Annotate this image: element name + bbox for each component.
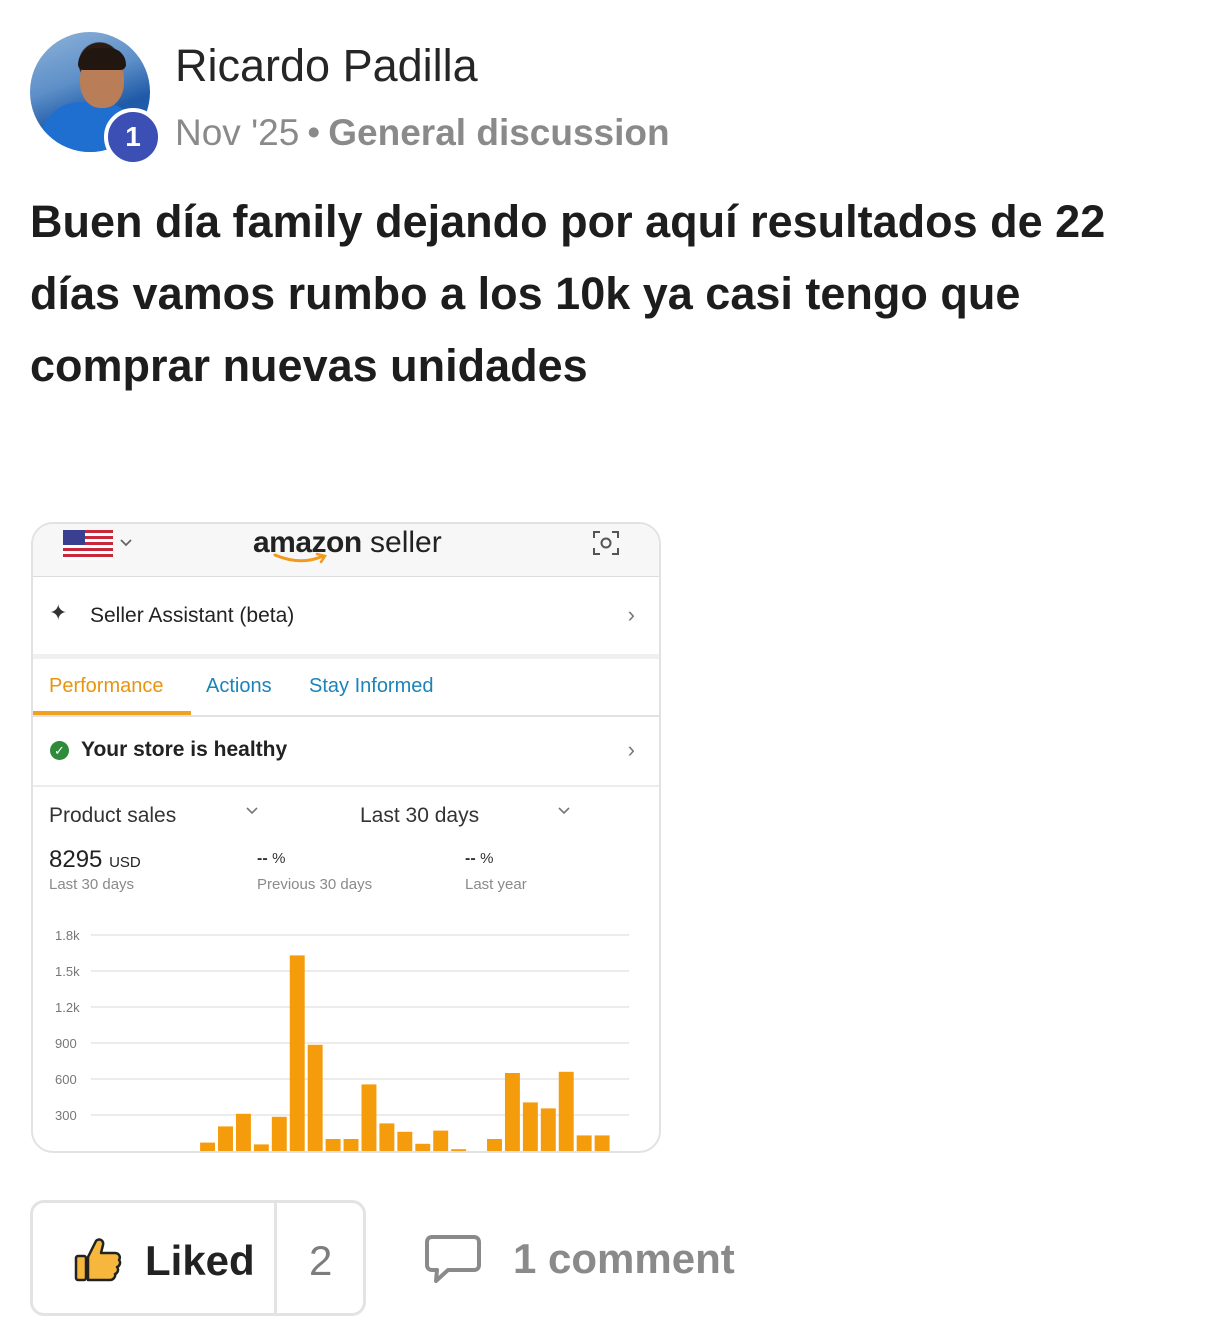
- sales-bar: [307, 1044, 323, 1151]
- store-health-label: Your store is healthy: [81, 738, 288, 761]
- y-tick-label: 900: [55, 1036, 77, 1051]
- sales-bar: [253, 1144, 269, 1151]
- comment-icon[interactable]: [424, 1233, 482, 1285]
- sparkle-icon: ✦: [49, 600, 68, 625]
- like-button[interactable]: Liked: [145, 1237, 255, 1285]
- level-badge: 1: [104, 108, 162, 166]
- sales-value: 8295 USD: [49, 846, 141, 874]
- tab-actions[interactable]: Actions: [206, 675, 272, 698]
- sales-bar: [235, 1113, 251, 1151]
- sales-bar: [433, 1130, 449, 1151]
- post-body: Buen día family dejando por aquí resulta…: [30, 196, 1106, 391]
- y-tick-label: 1.5k: [55, 964, 80, 979]
- chevron-down-icon: [120, 539, 132, 547]
- sales-unit: USD: [109, 854, 141, 871]
- sales-bar: [451, 1149, 467, 1151]
- sales-bar: [504, 1073, 520, 1151]
- seller-assistant-row[interactable]: ✦ Seller Assistant (beta) ›: [33, 578, 659, 659]
- sales-number: 8295: [49, 846, 103, 873]
- chevron-down-icon: [246, 807, 258, 815]
- last-year-caption: Last year: [465, 876, 527, 893]
- sales-bar: [522, 1102, 538, 1151]
- store-health-row[interactable]: ✓ Your store is healthy ›: [33, 717, 659, 787]
- chevron-right-icon: ›: [627, 602, 635, 627]
- sales-bar: [200, 1142, 216, 1151]
- post-date: Nov '25: [175, 112, 300, 153]
- scan-icon[interactable]: [591, 528, 621, 558]
- y-tick-label: 600: [55, 1072, 77, 1087]
- sales-bar: [415, 1143, 431, 1151]
- post-category[interactable]: General discussion: [328, 112, 669, 153]
- metric-dropdown[interactable]: Product sales: [49, 804, 176, 828]
- sales-bar: [289, 955, 305, 1151]
- logo-seller: seller: [361, 526, 442, 559]
- sales-bar-chart: 1.8k 1.5k 1.2k 900 600 300: [55, 928, 629, 1151]
- y-tick-label: 1.2k: [55, 1000, 80, 1015]
- avatar-hair: [78, 48, 126, 70]
- sales-bar: [361, 1084, 377, 1151]
- sales-bar: [594, 1135, 610, 1151]
- sales-bar: [379, 1123, 395, 1151]
- check-circle-icon: ✓: [50, 741, 69, 760]
- seller-assistant-label: Seller Assistant (beta): [90, 604, 295, 627]
- post-meta: Nov '25 • General discussion: [175, 112, 670, 154]
- year-pct: %: [480, 850, 494, 867]
- us-flag-icon[interactable]: [63, 530, 113, 560]
- tab-performance[interactable]: Performance: [49, 675, 164, 698]
- last-year-change: -- %: [465, 850, 493, 868]
- sales-bar: [343, 1139, 359, 1151]
- sales-bar: [576, 1135, 592, 1151]
- sales-bar: [558, 1071, 574, 1151]
- sales-bar: [271, 1116, 287, 1151]
- tab-bar: Performance Actions Stay Informed: [33, 659, 659, 717]
- active-tab-indicator: [33, 711, 191, 715]
- period-dropdown[interactable]: Last 30 days: [360, 804, 479, 828]
- y-tick-label: 300: [55, 1108, 77, 1123]
- post-image[interactable]: amazon seller ✦ Seller Assistant (beta) …: [31, 522, 661, 1153]
- amazon-smile-icon: [273, 552, 328, 564]
- meta-separator: •: [307, 112, 321, 153]
- y-tick-label: 1.8k: [55, 928, 80, 943]
- prev-period-change: -- %: [257, 850, 285, 868]
- year-dash: --: [465, 850, 476, 867]
- tab-stay-informed[interactable]: Stay Informed: [309, 675, 434, 698]
- prev-dash: --: [257, 850, 268, 867]
- sales-bar: [540, 1108, 556, 1151]
- prev-period-caption: Previous 30 days: [257, 876, 373, 893]
- sales-bar: [325, 1139, 341, 1151]
- sales-bar: [487, 1139, 502, 1151]
- like-button-group: Liked 2: [30, 1200, 366, 1316]
- like-count[interactable]: 2: [309, 1237, 332, 1285]
- chevron-down-icon: [558, 807, 570, 815]
- author-name[interactable]: Ricardo Padilla: [175, 40, 478, 92]
- sales-bar: [218, 1126, 233, 1151]
- chevron-right-icon: ›: [627, 737, 635, 762]
- comment-count[interactable]: 1 comment: [513, 1235, 735, 1283]
- app-topbar: amazon seller: [33, 524, 659, 577]
- sales-bar: [397, 1131, 413, 1151]
- like-divider: [274, 1203, 277, 1313]
- thumbs-up-icon: [74, 1238, 122, 1282]
- prev-pct: %: [272, 850, 286, 867]
- sales-caption: Last 30 days: [49, 876, 135, 893]
